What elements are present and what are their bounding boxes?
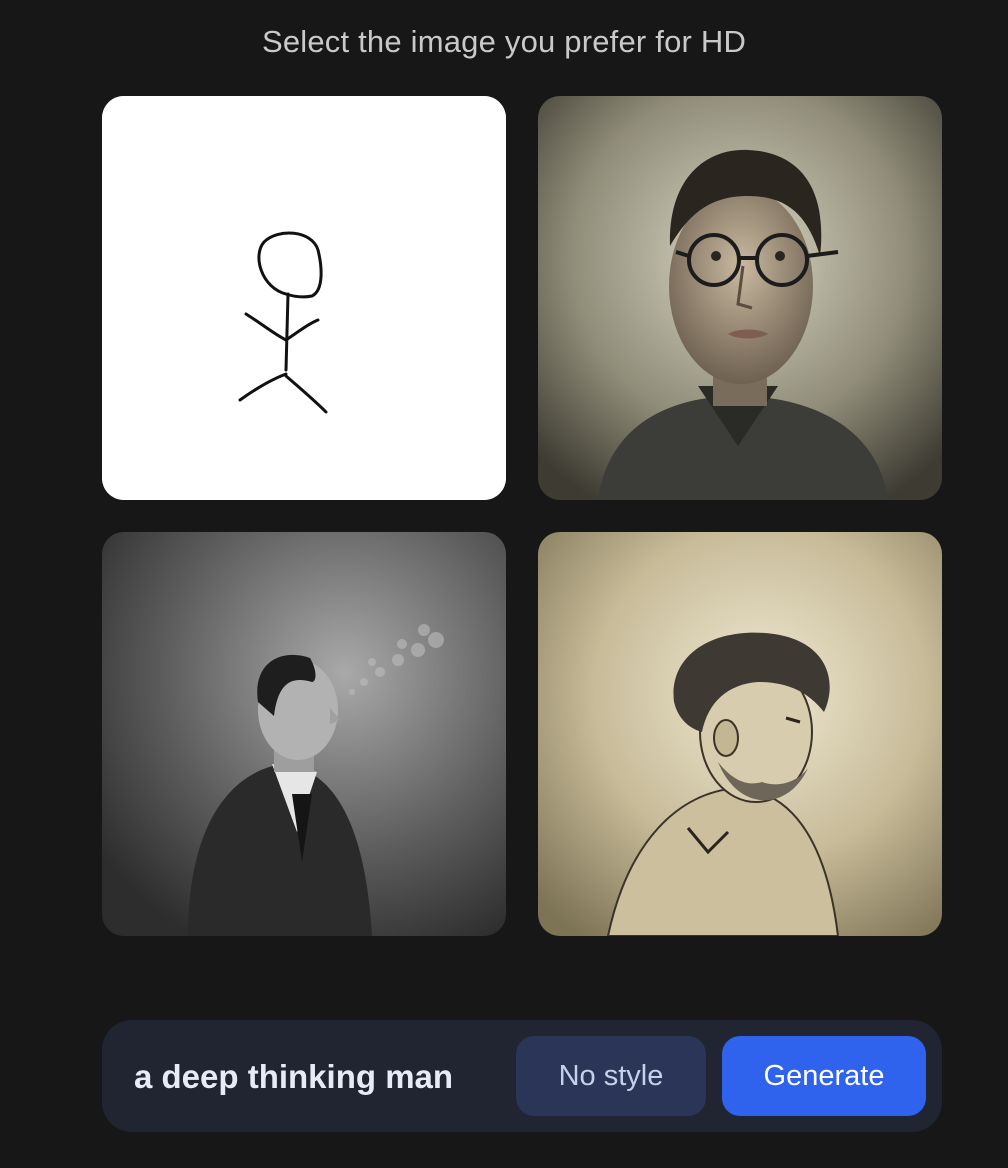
- prompt-bar: No style Generate: [102, 1020, 942, 1132]
- stick-figure-image: [102, 96, 506, 500]
- image-option-bearded-man[interactable]: [538, 532, 942, 936]
- illustration-bearded-image: [538, 532, 942, 936]
- image-option-man-with-glasses[interactable]: [538, 96, 942, 500]
- style-select-button[interactable]: No style: [516, 1036, 706, 1116]
- image-option-man-in-suit[interactable]: [102, 532, 506, 936]
- portrait-glasses-image: [538, 96, 942, 500]
- profile-suit-image: [102, 532, 506, 936]
- prompt-input[interactable]: [134, 1056, 494, 1098]
- image-option-stick-figure[interactable]: [102, 96, 506, 500]
- generate-button[interactable]: Generate: [722, 1036, 926, 1116]
- page-title: Select the image you prefer for HD: [261, 24, 747, 59]
